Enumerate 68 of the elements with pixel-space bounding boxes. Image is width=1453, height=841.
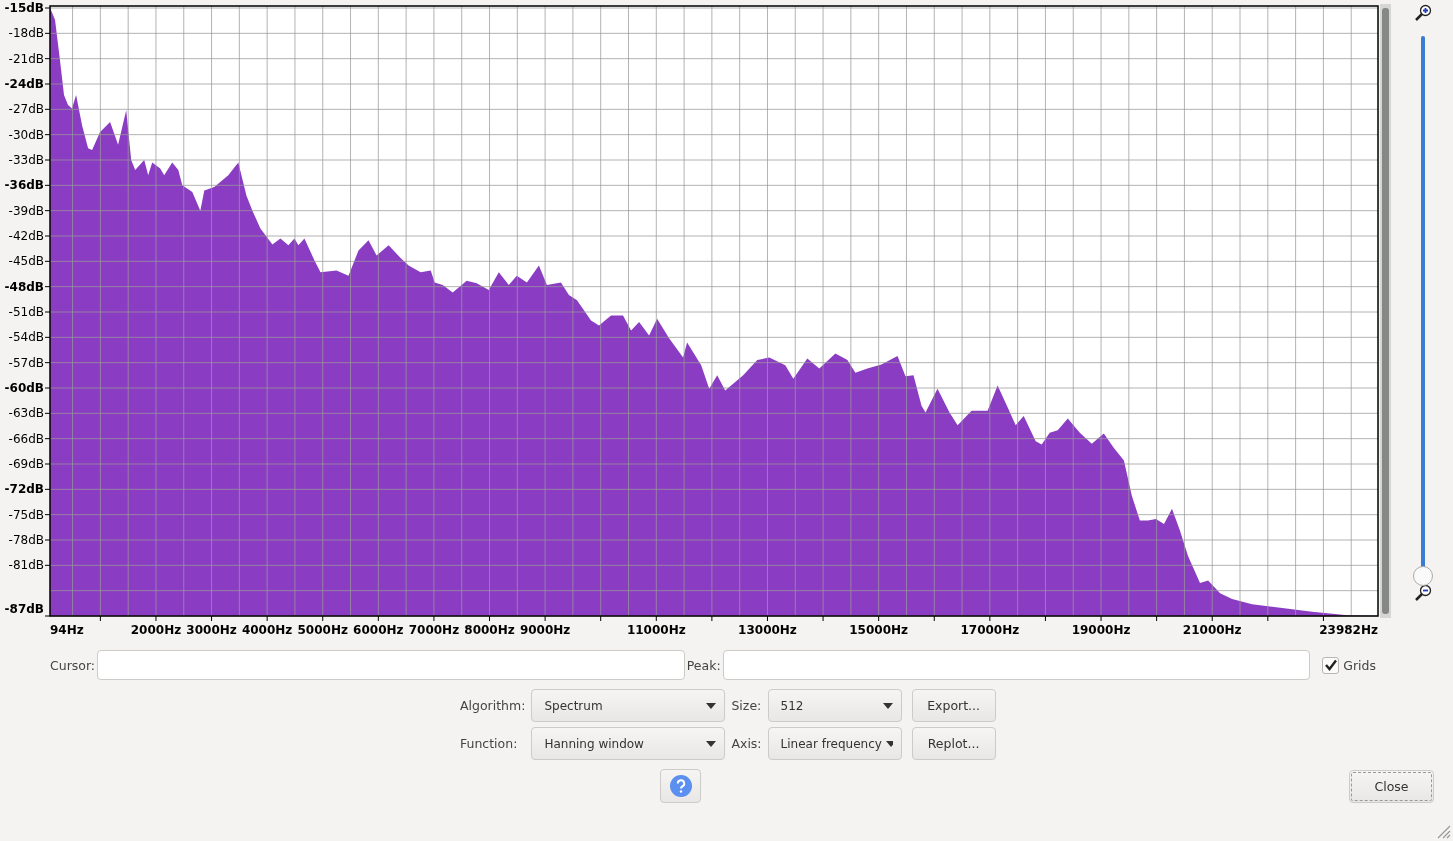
y-axis-label: -87dB xyxy=(4,602,44,616)
x-axis-label: 94Hz xyxy=(50,623,84,637)
x-axis-label: 6000Hz xyxy=(353,623,404,637)
y-axis-label: -51dB xyxy=(8,305,44,319)
x-axis-label: 17000Hz xyxy=(960,623,1020,637)
x-axis-label: 19000Hz xyxy=(1071,623,1131,637)
y-axis-label: -39dB xyxy=(8,203,44,218)
x-axis-label: 2000Hz xyxy=(130,623,182,637)
y-axis-label: -42dB xyxy=(8,229,44,243)
y-axis-label: -75dB xyxy=(8,507,44,522)
y-axis-label: -33dB xyxy=(8,153,44,167)
y-axis-label: -57dB xyxy=(8,355,44,370)
x-axis-label: 3000Hz xyxy=(186,623,237,637)
peak-label: Peak: xyxy=(686,657,721,673)
grids-label: Grids xyxy=(1343,657,1376,673)
axis-dropdown[interactable]: Linear frequency xyxy=(767,727,902,760)
cursor-field[interactable] xyxy=(97,650,685,680)
close-button[interactable]: Close xyxy=(1349,769,1434,803)
zoom-out-icon[interactable] xyxy=(1413,584,1432,602)
x-axis-label: 13000Hz xyxy=(738,623,797,637)
y-axis-label: -69dB xyxy=(8,457,44,471)
algorithm-dropdown[interactable]: Spectrum xyxy=(531,689,726,722)
size-dropdown[interactable]: 512 xyxy=(767,689,902,722)
y-axis-label: -15dB xyxy=(4,1,44,15)
y-axis-label: -21dB xyxy=(8,51,44,66)
export-button[interactable]: Export... xyxy=(911,689,996,722)
function-dropdown[interactable]: Hanning window xyxy=(531,727,726,760)
cursor-label: Cursor: xyxy=(50,657,96,673)
algorithm-label: Algorithm: xyxy=(460,698,526,713)
y-axis-label: -63dB xyxy=(8,406,44,421)
caret-icon xyxy=(706,702,717,709)
x-axis-label: 21000Hz xyxy=(1182,623,1242,637)
x-axis-label: 8000Hz xyxy=(464,623,515,637)
x-axis-label: 4000Hz xyxy=(241,623,293,637)
y-axis-label: -24dB xyxy=(4,77,44,91)
replot-button[interactable]: Replot... xyxy=(911,727,996,760)
grids-checkbox[interactable] xyxy=(1322,656,1340,674)
x-axis-label: 23982Hz xyxy=(1319,623,1378,637)
y-axis-label: -48dB xyxy=(4,279,44,294)
x-axis-label: 11000Hz xyxy=(626,623,686,637)
caret-icon xyxy=(706,740,717,747)
help-button[interactable] xyxy=(660,769,701,803)
zoom-slider-thumb[interactable] xyxy=(1412,566,1433,586)
y-axis-label: -66dB xyxy=(8,431,44,446)
size-label: Size: xyxy=(731,698,762,713)
scrollbar[interactable] xyxy=(1380,4,1391,618)
y-axis-label: -78dB xyxy=(8,533,44,547)
x-axis-label: 9000Hz xyxy=(519,623,571,637)
function-label: Function: xyxy=(460,736,519,751)
axis-label: Axis: xyxy=(731,736,762,751)
y-axis-label: -81dB xyxy=(8,558,44,573)
y-axis-label: -30dB xyxy=(8,127,44,142)
y-axis-label: -60dB xyxy=(4,381,44,395)
y-axis-label: -36dB xyxy=(4,178,44,193)
y-axis-label: -72dB xyxy=(4,482,44,497)
help-icon xyxy=(669,775,692,797)
zoom-in-icon[interactable] xyxy=(1413,4,1432,22)
x-axis-label: 15000Hz xyxy=(849,623,909,637)
y-axis-label: -54dB xyxy=(8,330,44,345)
y-axis-label: -45dB xyxy=(8,254,44,269)
x-axis-label: 5000Hz xyxy=(297,623,348,637)
x-axis-label: 7000Hz xyxy=(408,623,460,637)
peak-field[interactable] xyxy=(722,650,1311,680)
y-axis-label: -27dB xyxy=(8,102,44,117)
resize-grip-icon[interactable] xyxy=(1435,823,1451,839)
y-axis-label: -18dB xyxy=(8,26,44,41)
caret-icon xyxy=(882,702,893,709)
caret-icon xyxy=(885,740,893,747)
